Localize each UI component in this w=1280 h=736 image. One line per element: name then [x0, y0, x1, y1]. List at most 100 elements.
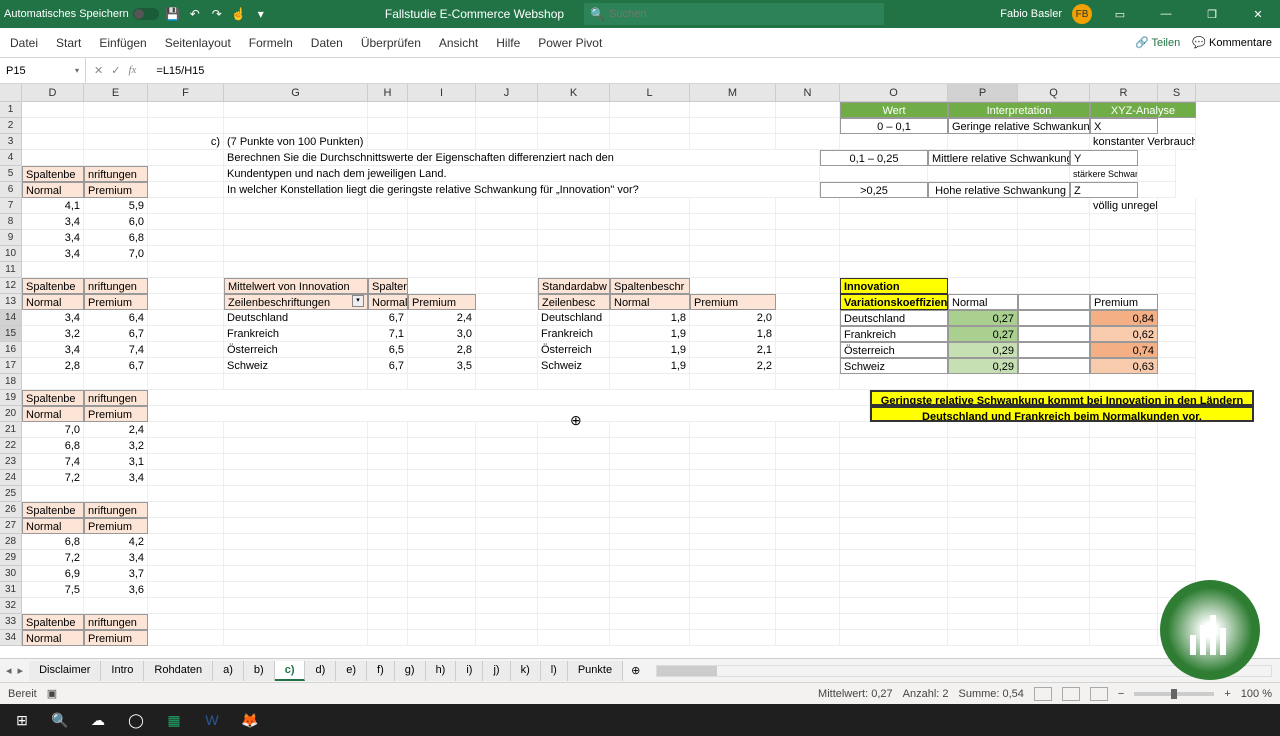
cell[interactable]	[476, 230, 538, 246]
cell[interactable]	[610, 550, 690, 566]
cell[interactable]	[224, 502, 368, 518]
cell[interactable]	[776, 566, 840, 582]
cell[interactable]	[224, 454, 368, 470]
cell[interactable]: 7,1	[368, 326, 408, 342]
cell[interactable]	[476, 118, 538, 134]
cell[interactable]	[1158, 486, 1196, 502]
cell[interactable]: 7,5	[22, 582, 84, 598]
view-page-icon[interactable]	[1062, 687, 1080, 701]
cell[interactable]: Österreich	[538, 342, 610, 358]
cell[interactable]	[408, 374, 476, 390]
cell[interactable]: 3,4	[22, 230, 84, 246]
col-header[interactable]: L	[610, 84, 690, 101]
row-header[interactable]: 24	[0, 470, 22, 486]
sheet-tab[interactable]: h)	[426, 661, 457, 681]
cell[interactable]	[610, 134, 690, 150]
cell[interactable]	[538, 438, 610, 454]
cell[interactable]: 2,8	[408, 342, 476, 358]
cell[interactable]: 2,4	[84, 422, 148, 438]
cell[interactable]	[408, 278, 476, 294]
cell[interactable]	[1090, 470, 1158, 486]
col-header[interactable]: G	[224, 84, 368, 101]
cell[interactable]	[690, 630, 776, 646]
cell[interactable]: 6,9	[22, 566, 84, 582]
cell[interactable]	[368, 230, 408, 246]
cell[interactable]: 6,7	[368, 310, 408, 326]
cell[interactable]	[690, 246, 776, 262]
fx-icon[interactable]: fx	[128, 64, 142, 77]
cell[interactable]	[690, 438, 776, 454]
cell[interactable]	[538, 534, 610, 550]
cell[interactable]	[224, 534, 368, 550]
excel-icon[interactable]: ▦	[156, 704, 192, 736]
cell[interactable]	[538, 502, 610, 518]
cell[interactable]	[538, 454, 610, 470]
cell[interactable]	[476, 566, 538, 582]
cell[interactable]	[476, 598, 538, 614]
cell[interactable]	[1090, 262, 1158, 278]
row-header[interactable]: 15	[0, 326, 22, 342]
cell[interactable]	[610, 422, 690, 438]
sheet-tab[interactable]: k)	[511, 661, 541, 681]
app-icon[interactable]: ☁	[80, 704, 116, 736]
cell[interactable]: 0,27	[948, 326, 1018, 342]
accept-formula-icon[interactable]: ✓	[111, 64, 120, 77]
cell[interactable]	[476, 550, 538, 566]
cell[interactable]	[538, 630, 610, 646]
cancel-formula-icon[interactable]: ✕	[94, 64, 103, 77]
col-header[interactable]: M	[690, 84, 776, 101]
search-task-icon[interactable]: 🔍	[42, 704, 78, 736]
cell[interactable]	[610, 246, 690, 262]
cell[interactable]	[776, 246, 840, 262]
cell[interactable]: Mittelwert von Innovation	[224, 278, 368, 294]
cell[interactable]	[84, 102, 148, 118]
cell[interactable]	[224, 614, 368, 630]
row-header[interactable]: 10	[0, 246, 22, 262]
cell[interactable]	[776, 486, 840, 502]
cell[interactable]: 7,0	[84, 246, 148, 262]
row-header[interactable]: 25	[0, 486, 22, 502]
cell[interactable]	[948, 598, 1018, 614]
row-header[interactable]: 9	[0, 230, 22, 246]
cell[interactable]: 0 – 0,1	[840, 118, 948, 134]
cell[interactable]	[224, 518, 368, 534]
cell[interactable]	[1018, 310, 1090, 326]
share-button[interactable]: 🔗 Teilen	[1135, 36, 1180, 49]
cell[interactable]	[948, 534, 1018, 550]
cell[interactable]	[776, 278, 840, 294]
cell[interactable]	[948, 262, 1018, 278]
cell[interactable]: Deutschland	[840, 310, 948, 326]
cell[interactable]	[476, 326, 538, 342]
col-header[interactable]: S	[1158, 84, 1196, 101]
cell[interactable]	[776, 134, 840, 150]
redo-icon[interactable]: ↷	[209, 6, 225, 22]
cell[interactable]	[776, 598, 840, 614]
col-header[interactable]: F	[148, 84, 224, 101]
cell[interactable]	[610, 614, 690, 630]
cell[interactable]	[1158, 310, 1196, 326]
cell[interactable]: Spaltenbe▾	[22, 614, 84, 630]
cell[interactable]	[148, 566, 224, 582]
cell[interactable]	[148, 214, 224, 230]
cell[interactable]	[476, 422, 538, 438]
spreadsheet-grid[interactable]: D E F G H I J K L M N O P Q R S 1WertInt…	[0, 84, 1280, 658]
cell[interactable]	[476, 310, 538, 326]
cell[interactable]	[476, 102, 538, 118]
cell[interactable]: Variationskoeffizient	[840, 294, 948, 310]
cell[interactable]	[776, 102, 840, 118]
col-header[interactable]: P	[948, 84, 1018, 101]
cell[interactable]	[1158, 246, 1196, 262]
cell[interactable]: 2,2	[690, 358, 776, 374]
cell[interactable]	[22, 486, 84, 502]
cell[interactable]	[610, 534, 690, 550]
cell[interactable]: 1,8	[610, 310, 690, 326]
row-header[interactable]: 17	[0, 358, 22, 374]
cell[interactable]: 3,6	[84, 582, 148, 598]
cell[interactable]	[1158, 214, 1196, 230]
cell[interactable]	[148, 598, 224, 614]
cell[interactable]: 0,74	[1090, 342, 1158, 358]
row-header[interactable]: 2	[0, 118, 22, 134]
cell[interactable]	[1090, 278, 1158, 294]
cell[interactable]	[776, 342, 840, 358]
cell[interactable]	[148, 246, 224, 262]
